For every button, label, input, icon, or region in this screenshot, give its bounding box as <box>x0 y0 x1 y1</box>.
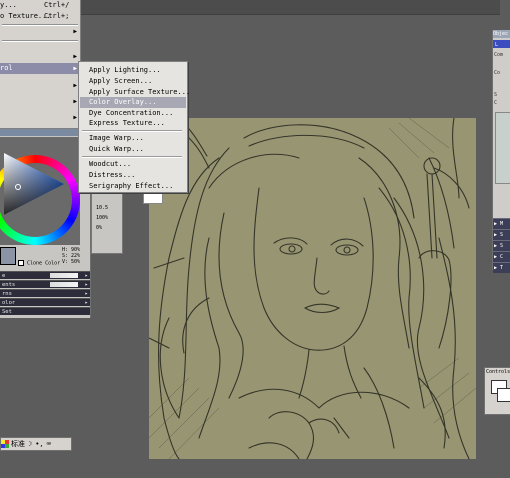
white-swatch <box>143 192 163 204</box>
ime-logo-icon[interactable] <box>1 440 9 448</box>
menu-item-distress[interactable]: Distress... <box>80 170 186 181</box>
panel-row-color-variability[interactable]: e ▸ <box>0 271 90 279</box>
composite-method-label: Com <box>494 52 504 58</box>
chevron-right-icon: ▶ <box>73 114 77 121</box>
clone-color-checkbox[interactable] <box>18 260 24 266</box>
current-color-swatch[interactable] <box>0 247 16 265</box>
controls-panel: Controls <box>484 367 510 415</box>
brush-opacity-value: 100% <box>96 215 109 221</box>
saturation-value-triangle[interactable] <box>0 151 68 217</box>
menu-separator <box>2 40 78 42</box>
chevron-right-icon: ▶ <box>73 53 77 60</box>
brush-size-value: 10.5 <box>96 205 109 211</box>
color-wheel-area <box>0 137 80 257</box>
menu-item-woodcut[interactable]: Woodcut... <box>80 159 186 170</box>
chevron-right-icon: ▶ <box>73 28 77 35</box>
menu-item-image-warp[interactable]: Image Warp... <box>80 133 186 144</box>
clone-color-option[interactable]: Clone Color <box>18 260 60 267</box>
layer-list[interactable] <box>495 112 510 184</box>
controls-panel-title[interactable]: Controls <box>485 368 510 376</box>
menu-separator <box>82 156 182 158</box>
menu-item-apply-lighting[interactable]: Apply Lighting... <box>80 65 186 76</box>
menu-item-apply-texture[interactable]: o Texture... Ctrl+; <box>0 11 80 22</box>
menu-item-submenu-2[interactable]: ▶ <box>0 51 80 62</box>
brush-grain-value: 0% <box>96 225 103 231</box>
composite-depth-label: Co <box>494 70 501 76</box>
menu-item-submenu-5[interactable]: ▶ <box>0 96 80 107</box>
panel-row-color-sets[interactable]: olor ▸ <box>0 298 90 306</box>
colors-panel-titlebar[interactable] <box>0 128 90 136</box>
chevron-right-icon: ▶ <box>73 98 77 105</box>
keyboard-icon[interactable]: ⌨ <box>46 439 52 449</box>
sketch-artwork <box>149 118 476 459</box>
window-top-strip <box>80 0 500 15</box>
panel-row[interactable]: ▶ T <box>493 262 510 273</box>
menu-item-serigraphy-effect[interactable]: Serigraphy Effect... <box>80 181 186 192</box>
menu-item-surface-control[interactable]: rol ▶ <box>0 63 80 74</box>
additional-color-square[interactable] <box>497 388 510 402</box>
objects-panel-rows: ▶ M ▶ S ▶ S ▶ C ▶ T <box>493 218 510 273</box>
chevron-right-icon: ▶ <box>73 82 77 89</box>
surface-control-submenu: Apply Lighting... Apply Screen... Apply … <box>78 61 190 193</box>
menu-item-quick-warp[interactable]: Quick Warp... <box>80 144 186 155</box>
menu-item-apply-screen[interactable]: Apply Screen... <box>80 76 186 87</box>
menu-item-submenu-1[interactable]: ▶ <box>0 26 80 37</box>
effects-menu: y... Ctrl+/ o Texture... Ctrl+; ▶ ▶ rol ▶ ▶… <box>0 0 81 129</box>
menu-item-submenu-6[interactable]: ▶ <box>0 112 80 123</box>
objects-panel-title[interactable]: Objec <box>493 30 510 38</box>
panel-row[interactable]: ▶ M <box>493 218 510 229</box>
panel-row[interactable]: ▶ C <box>493 251 510 262</box>
panel-row-patterns[interactable]: rns ▸ <box>0 289 90 297</box>
panel-row-set[interactable]: Set <box>0 307 90 315</box>
panel-row[interactable]: ▶ S <box>493 240 510 251</box>
menu-separator <box>82 130 182 132</box>
menu-item-express-texture[interactable]: Express Texture... <box>80 118 186 129</box>
hsv-readout: H: 90% S: 22% V: 50% <box>62 247 80 265</box>
menu-item-submenu-4[interactable]: ▶ <box>0 80 80 91</box>
panel-row[interactable]: ▶ S <box>493 229 510 240</box>
chevron-right-icon: ▶ <box>73 65 77 72</box>
menu-item-layer-property[interactable]: y... Ctrl+/ <box>0 0 80 11</box>
layers-tab[interactable]: L <box>493 40 510 48</box>
punctuation-icon[interactable]: •, <box>34 439 44 449</box>
layer-option-label: S <box>494 92 498 98</box>
menu-item-color-overlay[interactable]: Color Overlay... <box>80 97 186 108</box>
brush-properties-panel: 10.5 100% 0% <box>91 192 123 254</box>
ime-mode-label[interactable]: 标准 <box>10 439 26 449</box>
ime-toolbar: 标准 ☽ •, ⌨ <box>0 437 72 451</box>
objects-panel: Objec L Com Co S C ▶ M ▶ S ▶ S ▶ C ▶ T <box>492 30 510 273</box>
clone-color-label: Clone Color <box>27 260 61 267</box>
drawing-canvas[interactable] <box>149 118 476 459</box>
panel-row-gradients[interactable]: ents ▸ <box>0 280 90 288</box>
moon-icon[interactable]: ☽ <box>27 439 33 449</box>
layer-option-label: C <box>494 100 498 106</box>
value-value: V: 50% <box>62 259 81 265</box>
